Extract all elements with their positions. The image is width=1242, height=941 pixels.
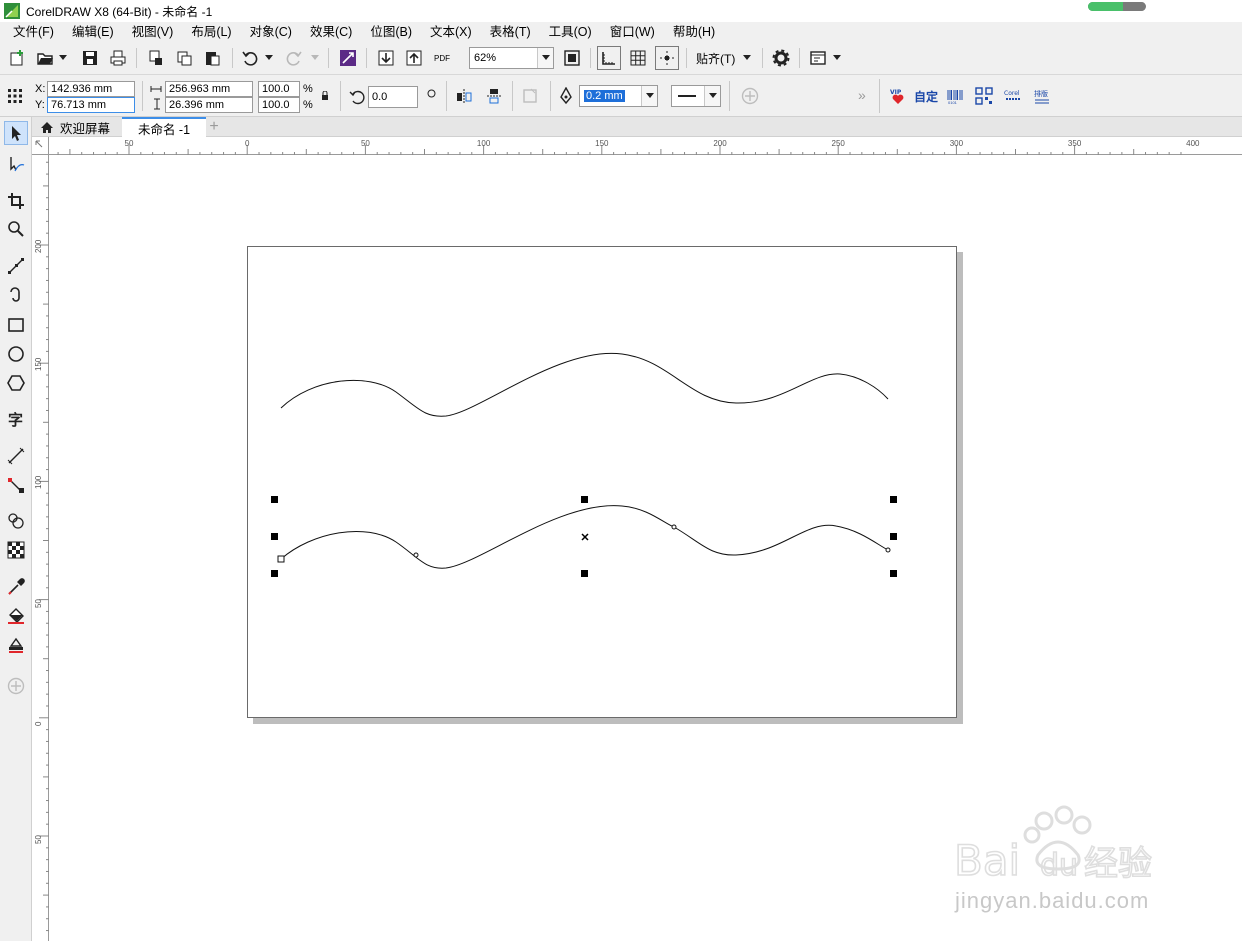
handle-bottom-right[interactable] bbox=[890, 570, 897, 577]
curve-nodes bbox=[277, 524, 891, 563]
svg-text:Bai: Bai bbox=[954, 836, 1020, 885]
svg-text:经验: 经验 bbox=[1084, 844, 1152, 884]
wavy-curve-original[interactable] bbox=[280, 352, 889, 417]
curve-node[interactable] bbox=[413, 552, 419, 558]
handle-middle-left[interactable] bbox=[271, 533, 278, 540]
selection-center-marker[interactable] bbox=[581, 533, 589, 541]
handle-bottom-center[interactable] bbox=[581, 570, 588, 577]
watermark-url: jingyan.baidu.com bbox=[955, 888, 1150, 913]
drawing-layer bbox=[271, 352, 897, 577]
svg-text:du: du bbox=[1040, 848, 1078, 883]
handle-top-center[interactable] bbox=[581, 496, 588, 503]
handle-bottom-left[interactable] bbox=[271, 570, 278, 577]
handle-top-left[interactable] bbox=[271, 496, 278, 503]
handle-middle-right[interactable] bbox=[890, 533, 897, 540]
curve-node[interactable] bbox=[671, 524, 677, 530]
end-node[interactable] bbox=[885, 547, 891, 553]
start-node[interactable] bbox=[277, 555, 285, 563]
handle-top-right[interactable] bbox=[890, 496, 897, 503]
